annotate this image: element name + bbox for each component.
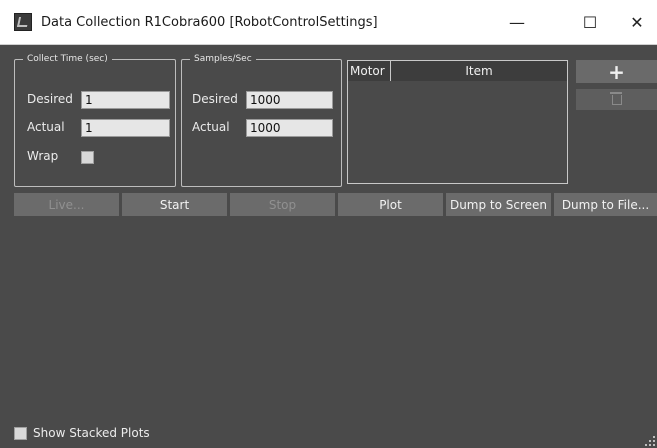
maximize-button[interactable]: ☐ bbox=[567, 0, 613, 44]
collect-time-group: Collect Time (sec) Desired 1 Actual 1 Wr… bbox=[14, 54, 176, 187]
samples-legend: Samples/Sec bbox=[194, 54, 252, 64]
resize-grip-icon[interactable] bbox=[645, 436, 655, 446]
main-content: Collect Time (sec) Desired 1 Actual 1 Wr… bbox=[0, 45, 657, 448]
samples-actual-input[interactable]: 1000 bbox=[246, 119, 333, 137]
collect-actual-input[interactable]: 1 bbox=[81, 119, 170, 137]
show-stacked-plots-checkbox[interactable] bbox=[14, 426, 27, 440]
column-header-motor[interactable]: Motor bbox=[348, 61, 391, 81]
column-header-item[interactable]: Item bbox=[391, 61, 567, 81]
plus-icon: + bbox=[608, 59, 625, 84]
close-button[interactable]: ✕ bbox=[614, 0, 657, 44]
motor-item-list[interactable]: Motor Item bbox=[347, 60, 568, 184]
app-icon bbox=[14, 13, 32, 31]
collect-desired-label: Desired bbox=[27, 92, 73, 106]
minimize-button[interactable]: — bbox=[494, 0, 540, 44]
collect-desired-input[interactable]: 1 bbox=[81, 91, 170, 109]
trash-icon bbox=[609, 91, 622, 105]
add-item-button[interactable]: + bbox=[576, 59, 657, 84]
delete-item-button[interactable] bbox=[576, 89, 657, 110]
samples-desired-input[interactable]: 1000 bbox=[246, 91, 333, 109]
wrap-checkbox[interactable] bbox=[81, 151, 94, 164]
action-toolbar: Live... Start Stop Plot Dump to Screen D… bbox=[14, 193, 657, 216]
collect-actual-label: Actual bbox=[27, 120, 65, 134]
samples-actual-label: Actual bbox=[192, 120, 230, 134]
plot-button[interactable]: Plot bbox=[338, 193, 443, 216]
plot-area bbox=[14, 220, 657, 418]
show-stacked-plots-label: Show Stacked Plots bbox=[33, 426, 150, 440]
start-button[interactable]: Start bbox=[122, 193, 227, 216]
title-bar[interactable]: Data Collection R1Cobra600 [RobotControl… bbox=[0, 0, 657, 45]
collect-time-legend: Collect Time (sec) bbox=[27, 54, 108, 64]
window-title: Data Collection R1Cobra600 [RobotControl… bbox=[41, 14, 378, 30]
samples-desired-label: Desired bbox=[192, 92, 238, 106]
stop-button[interactable]: Stop bbox=[230, 193, 335, 216]
dump-to-file-button[interactable]: Dump to File... bbox=[554, 193, 657, 216]
list-header: Motor Item bbox=[348, 61, 567, 81]
data-collection-window: Data Collection R1Cobra600 [RobotControl… bbox=[0, 0, 657, 448]
show-stacked-plots-option[interactable]: Show Stacked Plots bbox=[14, 426, 150, 440]
dump-to-screen-button[interactable]: Dump to Screen bbox=[446, 193, 551, 216]
wrap-label: Wrap bbox=[27, 149, 59, 163]
samples-group: Samples/Sec Desired 1000 Actual 1000 bbox=[181, 54, 342, 187]
live-button[interactable]: Live... bbox=[14, 193, 119, 216]
